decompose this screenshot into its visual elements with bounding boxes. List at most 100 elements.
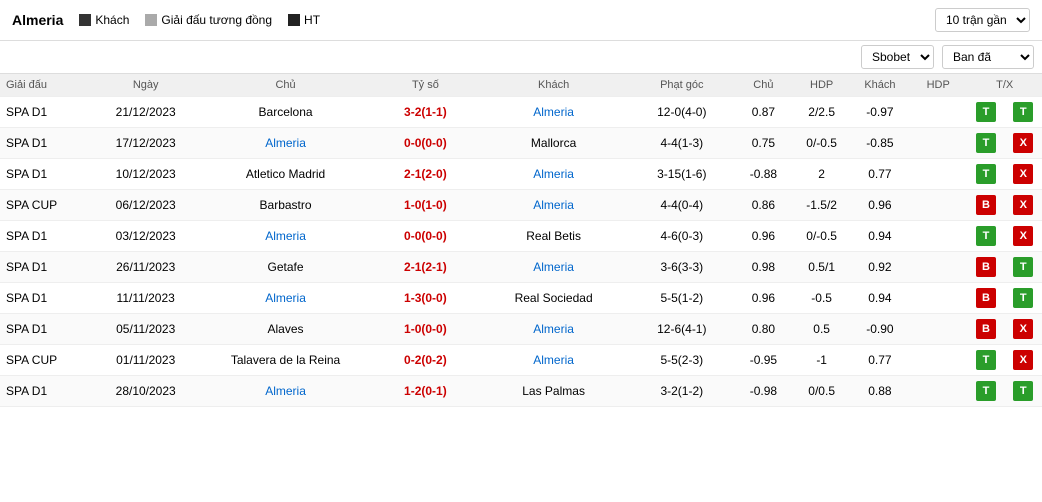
dropdown-ban-da[interactable]: Ban đã Đang chạy — [942, 45, 1034, 69]
matches-table: Giải đấu Ngày Chủ Tỷ số Khách Phạt góc C… — [0, 74, 1042, 407]
cell-ngay: 03/12/2023 — [93, 221, 198, 252]
legend-ht-label: HT — [304, 13, 320, 27]
col-header-phat-goc: Phạt góc — [629, 74, 734, 97]
table-row: SPA D1 17/12/2023 Almeria 0-0(0-0) Mallo… — [0, 128, 1042, 159]
cell-ngay: 28/10/2023 — [93, 376, 198, 407]
cell-ty-so: 1-0(1-0) — [373, 190, 478, 221]
cell-hdp1: 2 — [793, 159, 851, 190]
table-row: SPA D1 11/11/2023 Almeria 1-3(0-0) Real … — [0, 283, 1042, 314]
cell-khach[interactable]: Almeria — [478, 190, 630, 221]
cell-t-badge: T — [967, 159, 1004, 190]
cell-phat-goc: 5-5(2-3) — [629, 345, 734, 376]
cell-col-khach: -0.90 — [851, 314, 909, 345]
col-header-ty-so: Tỷ số — [373, 74, 478, 97]
t-badge: B — [976, 288, 996, 308]
cell-col-khach: 0.92 — [851, 252, 909, 283]
cell-x-badge: X — [1005, 159, 1042, 190]
cell-ngay: 10/12/2023 — [93, 159, 198, 190]
chu-link[interactable]: Almeria — [265, 291, 306, 305]
cell-ngay: 01/11/2023 — [93, 345, 198, 376]
score: 1-2(0-1) — [404, 384, 447, 398]
cell-hdp1: 0/0.5 — [793, 376, 851, 407]
cell-col-chu: 0.96 — [734, 221, 792, 252]
cell-col-khach: 0.94 — [851, 221, 909, 252]
cell-col-khach: 0.96 — [851, 190, 909, 221]
khach-link[interactable]: Almeria — [533, 167, 574, 181]
cell-ty-so: 1-3(0-0) — [373, 283, 478, 314]
cell-ty-so: 1-0(0-0) — [373, 314, 478, 345]
col-header-tx: T/X — [967, 74, 1042, 97]
cell-ngay: 05/11/2023 — [93, 314, 198, 345]
cell-ty-so: 0-0(0-0) — [373, 128, 478, 159]
x-badge: X — [1013, 133, 1033, 153]
t-badge: T — [976, 381, 996, 401]
dropdown-sbobet[interactable]: Sbobet 188Bet — [861, 45, 934, 69]
dropdown-matches[interactable]: 10 trận gần 5 trận gần 20 trận gần — [935, 8, 1030, 32]
legend-khach-label: Khách — [95, 13, 129, 27]
cell-khach[interactable]: Almeria — [478, 252, 630, 283]
cell-hdp1: 0/-0.5 — [793, 128, 851, 159]
col-header-khach2: Khách — [851, 74, 909, 97]
cell-khach[interactable]: Almeria — [478, 159, 630, 190]
cell-chu[interactable]: Almeria — [198, 283, 373, 314]
khach-link[interactable]: Almeria — [533, 322, 574, 336]
cell-col-khach: 0.77 — [851, 159, 909, 190]
team-name: Almeria — [12, 12, 63, 28]
cell-giai: SPA CUP — [0, 190, 93, 221]
cell-col-chu: 0.75 — [734, 128, 792, 159]
score: 1-0(0-0) — [404, 322, 447, 336]
score: 3-2(1-1) — [404, 105, 447, 119]
cell-khach[interactable]: Almeria — [478, 345, 630, 376]
cell-phat-goc: 12-6(4-1) — [629, 314, 734, 345]
cell-hdp2 — [909, 128, 967, 159]
cell-hdp2 — [909, 345, 967, 376]
cell-chu[interactable]: Almeria — [198, 221, 373, 252]
cell-phat-goc: 4-4(1-3) — [629, 128, 734, 159]
table-row: SPA D1 05/11/2023 Alaves 1-0(0-0) Almeri… — [0, 314, 1042, 345]
cell-khach[interactable]: Almeria — [478, 314, 630, 345]
cell-x-badge: X — [1005, 190, 1042, 221]
khach-link[interactable]: Almeria — [533, 198, 574, 212]
cell-giai: SPA CUP — [0, 345, 93, 376]
col-header-giai: Giải đấu — [0, 74, 93, 97]
cell-t-badge: T — [967, 128, 1004, 159]
chu-link[interactable]: Almeria — [265, 229, 306, 243]
cell-ty-so: 3-2(1-1) — [373, 97, 478, 128]
x-badge: X — [1013, 164, 1033, 184]
t-badge: T — [976, 226, 996, 246]
col-header-chu: Chủ — [198, 74, 373, 97]
legend-khach: Khách — [79, 13, 129, 27]
x-badge: X — [1013, 226, 1033, 246]
cell-chu: Barbastro — [198, 190, 373, 221]
khach-link[interactable]: Almeria — [533, 260, 574, 274]
cell-col-khach: -0.85 — [851, 128, 909, 159]
cell-col-khach: 0.77 — [851, 345, 909, 376]
legend-giai-dau-label: Giải đấu tương đồng — [161, 13, 272, 27]
score: 1-3(0-0) — [404, 291, 447, 305]
table-row: SPA D1 28/10/2023 Almeria 1-2(0-1) Las P… — [0, 376, 1042, 407]
cell-ngay: 17/12/2023 — [93, 128, 198, 159]
cell-x-badge: T — [1005, 252, 1042, 283]
chu-link[interactable]: Almeria — [265, 384, 306, 398]
cell-chu[interactable]: Almeria — [198, 376, 373, 407]
col-header-chu2: Chủ — [734, 74, 792, 97]
dropdown-group: 10 trận gần 5 trận gần 20 trận gần — [935, 8, 1030, 32]
cell-chu[interactable]: Almeria — [198, 128, 373, 159]
cell-ty-so: 2-1(2-0) — [373, 159, 478, 190]
col-header-ngay: Ngày — [93, 74, 198, 97]
x-badge: T — [1013, 257, 1033, 277]
cell-hdp1: 0.5 — [793, 314, 851, 345]
x-badge: T — [1013, 381, 1033, 401]
khach-link[interactable]: Almeria — [533, 105, 574, 119]
cell-phat-goc: 4-4(0-4) — [629, 190, 734, 221]
cell-chu: Atletico Madrid — [198, 159, 373, 190]
cell-giai: SPA D1 — [0, 221, 93, 252]
cell-chu: Getafe — [198, 252, 373, 283]
sub-controls: Sbobet 188Bet Ban đã Đang chạy — [0, 41, 1042, 74]
cell-chu: Talavera de la Reina — [198, 345, 373, 376]
x-badge: X — [1013, 350, 1033, 370]
chu-link[interactable]: Almeria — [265, 136, 306, 150]
cell-col-khach: 0.94 — [851, 283, 909, 314]
khach-link[interactable]: Almeria — [533, 353, 574, 367]
cell-khach[interactable]: Almeria — [478, 97, 630, 128]
